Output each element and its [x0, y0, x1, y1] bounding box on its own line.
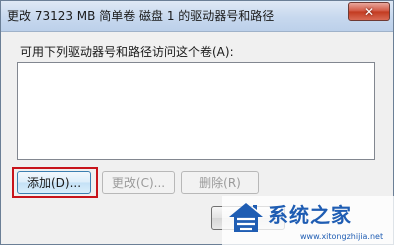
change-button-label: 更改(C)... — [111, 176, 166, 190]
delete-button[interactable]: 删除(R) — [181, 171, 259, 194]
change-button[interactable]: 更改(C)... — [102, 171, 175, 194]
add-button-label: 添加(D)... — [26, 176, 82, 190]
add-button[interactable]: 添加(D)... — [17, 171, 91, 194]
title-bar[interactable]: 更改 73123 MB 简单卷 磁盘 1 的驱动器号和路径 ✕ — [1, 1, 393, 32]
house-logo-icon — [229, 203, 263, 232]
window-title: 更改 73123 MB 简单卷 磁盘 1 的驱动器号和路径 — [7, 9, 275, 23]
watermark-text: 系统之家 — [268, 203, 352, 227]
close-button[interactable]: ✕ — [348, 2, 390, 21]
paths-prompt-label: 可用下列驱动器号和路径访问这个卷(A): — [20, 45, 234, 59]
close-icon: ✕ — [363, 4, 375, 19]
watermark-url: www.xitongzhijia.net — [300, 232, 384, 241]
delete-button-label: 删除(R) — [199, 176, 241, 190]
drive-paths-listbox[interactable] — [17, 62, 375, 160]
